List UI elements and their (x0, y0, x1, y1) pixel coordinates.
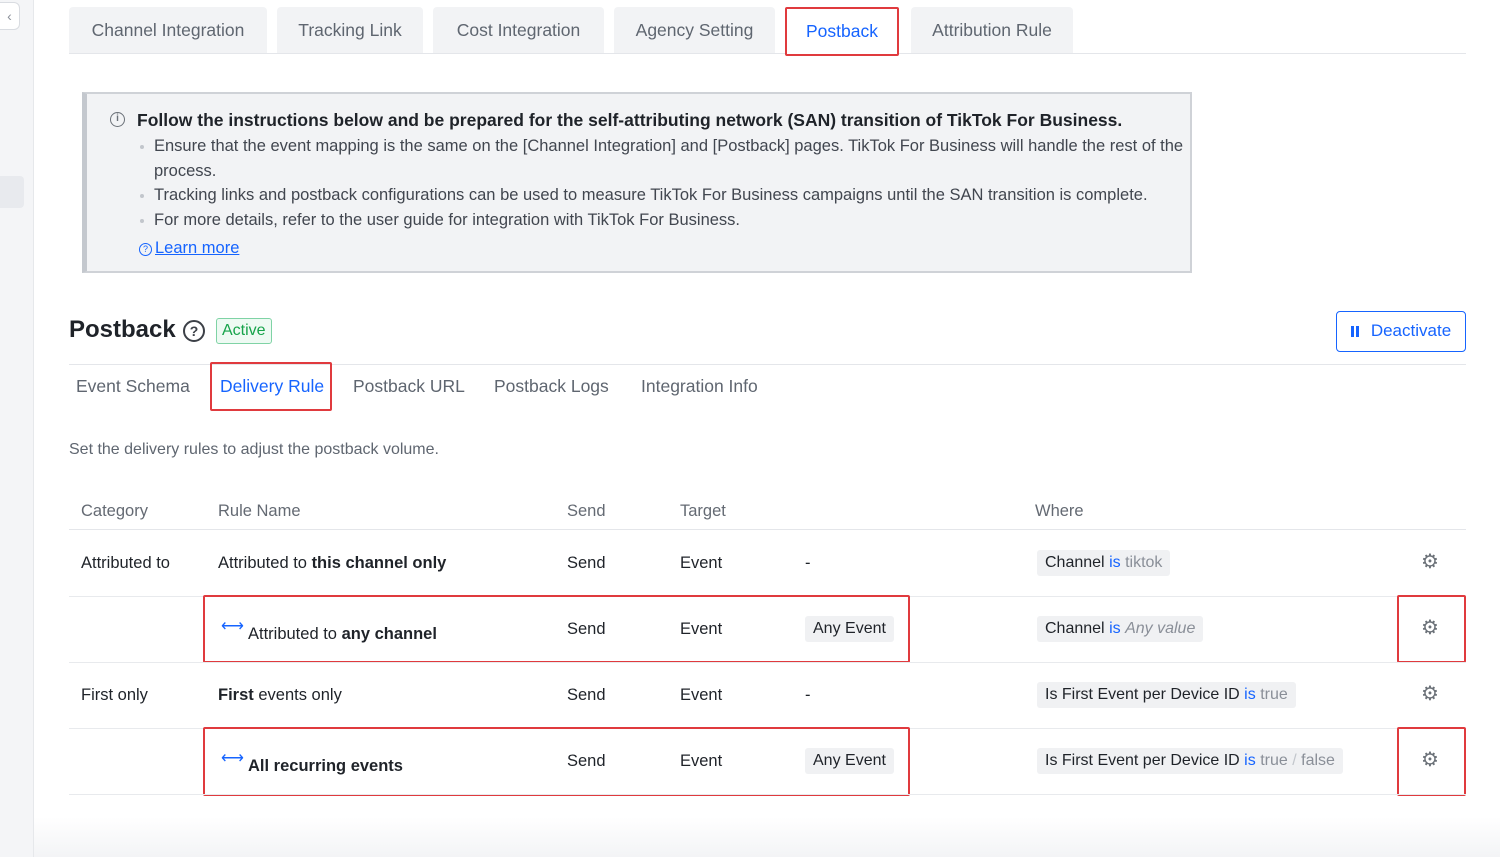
top-tab-bar: Channel Integration Tracking Link Cost I… (69, 7, 1466, 56)
chevron-left-icon[interactable]: ‹ (0, 2, 20, 30)
subtab-postback-logs[interactable]: Postback Logs (494, 376, 609, 397)
where-field: Is First Event per Device ID (1045, 752, 1240, 769)
pause-icon (1350, 326, 1359, 337)
page-bottom-shade (34, 817, 1500, 857)
category-cell: First only (81, 686, 148, 704)
highlight-box (203, 727, 910, 796)
notice-list: Ensure that the event mapping is the sam… (137, 134, 1187, 232)
table-header-divider (69, 529, 1466, 530)
where-value: Any value (1125, 620, 1196, 637)
where-condition-tag: Is First Event per Device ID is true / f… (1037, 748, 1343, 774)
where-condition-tag: Channel is Any value (1037, 616, 1204, 642)
rule-name-text: events only (253, 686, 342, 704)
rail-selected-item[interactable] (0, 176, 24, 208)
column-header-target: Target (680, 502, 726, 520)
target-value-cell: - (805, 554, 811, 572)
target-cell: Event (680, 554, 723, 572)
subtab-postback-url[interactable]: Postback URL (353, 376, 465, 397)
notice-title: Follow the instructions below and be pre… (137, 110, 1123, 130)
tab-attribution-rule[interactable]: Attribution Rule (911, 7, 1073, 53)
highlight-box (1397, 595, 1466, 663)
where-operator: is (1244, 686, 1256, 703)
gear-icon[interactable]: ⚙ (1421, 552, 1439, 572)
where-operator: is (1109, 620, 1121, 637)
send-cell: Send (567, 686, 606, 704)
where-separator: / (1292, 752, 1297, 769)
highlight-box (210, 362, 332, 411)
tab-channel-integration[interactable]: Channel Integration (69, 7, 267, 53)
gear-icon[interactable]: ⚙ (1421, 684, 1439, 704)
where-condition-tag: Is First Event per Device ID is true (1037, 682, 1296, 708)
tab-postback[interactable]: Postback (785, 7, 899, 56)
column-header-send: Send (567, 502, 606, 520)
target-value-cell: - (805, 686, 811, 704)
rule-name-bold: this channel only (311, 554, 447, 572)
learn-more-link[interactable]: ? Learn more (139, 239, 239, 258)
rule-name-cell: First events only (218, 686, 342, 705)
where-field: Channel (1045, 620, 1105, 637)
section-title: Postback (69, 316, 176, 343)
where-operator: is (1244, 752, 1256, 769)
notice-item: For more details, refer to the user guid… (137, 208, 1187, 233)
where-field: Channel (1045, 554, 1105, 571)
subtab-integration-info[interactable]: Integration Info (641, 376, 758, 397)
where-value: true (1260, 752, 1288, 769)
notice-item: Tracking links and postback configuratio… (137, 183, 1187, 208)
highlight-box (1397, 727, 1466, 796)
where-condition-tag: Channel is tiktok (1037, 550, 1171, 576)
rule-name-bold: First (218, 686, 254, 704)
rule-name-cell: Attributed to this channel only (218, 554, 446, 573)
target-cell: Event (680, 686, 723, 704)
column-header-rule-name: Rule Name (218, 502, 301, 520)
where-value: tiktok (1125, 554, 1163, 571)
info-icon: i (110, 112, 125, 127)
deactivate-label: Deactivate (1370, 321, 1452, 340)
where-operator: is (1109, 554, 1121, 571)
column-header-category: Category (81, 502, 148, 520)
san-transition-notice: i Follow the instructions below and be p… (82, 92, 1192, 273)
where-field: Is First Event per Device ID (1045, 686, 1240, 703)
row-divider (69, 794, 1466, 795)
delivery-rule-description: Set the delivery rules to adjust the pos… (69, 441, 439, 458)
where-value: false (1301, 752, 1335, 769)
send-cell: Send (567, 554, 606, 572)
highlight-box (203, 595, 910, 663)
subtab-event-schema[interactable]: Event Schema (76, 376, 190, 397)
learn-more-label: Learn more (155, 239, 240, 257)
question-circle-icon[interactable]: ? (183, 320, 205, 342)
rule-name-text: Attributed to (218, 554, 312, 572)
notice-item: Ensure that the event mapping is the sam… (137, 134, 1187, 183)
tab-tracking-link[interactable]: Tracking Link (277, 7, 423, 53)
row-divider (69, 662, 1466, 663)
left-rail: ‹ (0, 0, 34, 857)
tab-cost-integration[interactable]: Cost Integration (433, 7, 604, 53)
question-circle-icon: ? (139, 243, 152, 256)
column-header-where: Where (1035, 502, 1084, 520)
where-value: true (1260, 686, 1288, 703)
tab-agency-setting[interactable]: Agency Setting (614, 7, 775, 53)
deactivate-button[interactable]: Deactivate (1336, 311, 1466, 352)
category-cell: Attributed to (81, 554, 170, 572)
status-badge: Active (216, 318, 272, 344)
